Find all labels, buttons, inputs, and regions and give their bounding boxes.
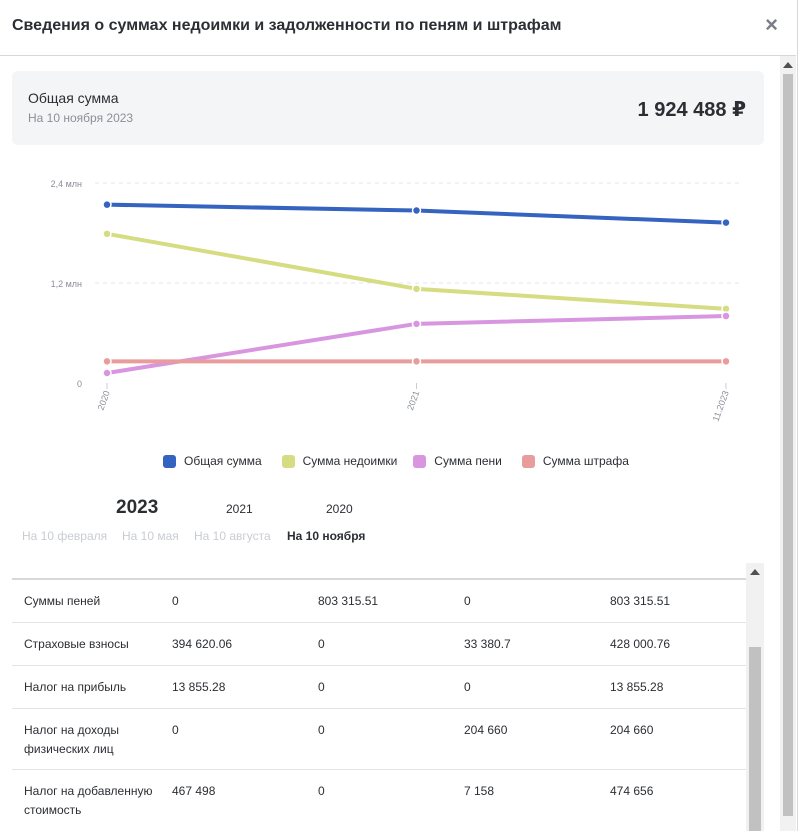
- summary-value: 1 924 488 ₽: [637, 99, 746, 121]
- table-row: Налог на добавленную стоимость 467 498 0…: [12, 770, 746, 831]
- modal-dialog: Сведения о суммах недоимки и задолженнос…: [0, 0, 798, 831]
- row-value: 394 620.06: [172, 637, 233, 651]
- legend-label-fines: Сумма штрафа: [542, 454, 629, 468]
- period-tab-february[interactable]: На 10 февраля: [22, 529, 107, 543]
- row-total: 204 660: [610, 723, 654, 737]
- table-row: Страховые взносы 394 620.06 0 33 380.7 4…: [12, 623, 746, 666]
- legend-swatch-total: [163, 454, 176, 468]
- row-value: 0: [464, 594, 471, 608]
- row-value: 0: [318, 680, 325, 694]
- row-total: 13 855.28: [610, 680, 664, 694]
- y-tick-label: 0: [77, 379, 82, 389]
- row-value: 803 315.51: [318, 594, 379, 608]
- period-tab-november[interactable]: На 10 ноября: [287, 529, 365, 543]
- debt-line-chart: 0 1,2 млн 2,4 млн 2020 2021 11.2023: [51, 179, 740, 423]
- row-value: 467 498: [172, 784, 216, 798]
- close-icon[interactable]: ×: [765, 14, 778, 36]
- row-value: 13 855.28: [172, 680, 226, 694]
- legend-swatch-arrears: [281, 454, 295, 468]
- legend-label-total: Общая сумма: [184, 454, 262, 468]
- row-name: Налог на добавленную стоимость: [24, 784, 153, 817]
- row-total: 428 000.76: [610, 637, 671, 651]
- scroll-up-icon[interactable]: [783, 62, 793, 68]
- table-scrollbar[interactable]: [746, 563, 764, 831]
- table-scrollbar-thumb[interactable]: [749, 647, 761, 831]
- row-value: 0: [318, 784, 325, 798]
- data-point-3-1: [411, 356, 422, 367]
- total-summary-card: Общая сумма На 10 ноября 2023 1 924 488 …: [12, 71, 764, 145]
- scroll-up-icon[interactable]: [750, 569, 760, 575]
- period-tab-august[interactable]: На 10 августа: [194, 529, 271, 543]
- row-value: 204 660: [464, 723, 508, 737]
- period-tab-may[interactable]: На 10 мая: [122, 529, 179, 543]
- data-point-1-1: [411, 284, 422, 294]
- year-tab-2023[interactable]: 2023: [116, 497, 158, 519]
- legend-label-penalties: Сумма пени: [434, 454, 502, 468]
- row-name: Страховые взносы: [24, 637, 129, 651]
- modal-header: Сведения о суммах недоимки и задолженнос…: [0, 0, 796, 56]
- row-value: 0: [172, 594, 179, 608]
- data-point-3-2: [721, 356, 731, 367]
- y-tick-label: 1,2 млн: [51, 279, 82, 289]
- table-row: Суммы пеней 0 803 315.51 0 803 315.51: [12, 580, 746, 623]
- row-value: 0: [464, 680, 471, 694]
- row-value: 0: [318, 637, 325, 651]
- summary-label: Общая сумма: [28, 90, 119, 106]
- x-tick-label: 2021: [405, 389, 421, 411]
- legend-swatch-fines: [521, 454, 535, 468]
- chart-legend: Общая сумма Сумма недоимки Сумма пени Су…: [163, 452, 649, 470]
- legend-swatch-penalties: [413, 454, 427, 468]
- legend-item-penalties[interactable]: Сумма пени: [413, 454, 502, 468]
- data-point-0-0: [102, 199, 112, 210]
- legend-label-arrears: Сумма недоимки: [302, 454, 398, 468]
- series-line-1: [105, 231, 728, 311]
- data-point-2-2: [721, 311, 731, 321]
- row-name: Налог на доходы физических лиц: [24, 723, 119, 756]
- data-point-2-1: [411, 319, 422, 329]
- data-point-2-0: [102, 368, 112, 378]
- legend-item-total[interactable]: Общая сумма: [163, 454, 262, 468]
- modal-scrollbar-thumb[interactable]: [783, 74, 793, 816]
- data-point-0-2: [721, 217, 731, 228]
- row-value: 0: [318, 723, 325, 737]
- row-total: 474 656: [610, 784, 654, 798]
- summary-date: На 10 ноября 2023: [28, 111, 134, 125]
- year-selector: 2023 2021 2020: [0, 496, 780, 522]
- row-total: 803 315.51: [610, 594, 671, 608]
- table-row: Налог на доходы физических лиц 0 0 204 6…: [12, 709, 746, 770]
- legend-item-arrears[interactable]: Сумма недоимки: [281, 454, 398, 468]
- y-tick-label: 2,4 млн: [51, 179, 82, 189]
- modal-title: Сведения о суммах недоимки и задолженнос…: [12, 17, 562, 34]
- row-name: Налог на прибыль: [24, 680, 127, 694]
- data-point-1-0: [102, 229, 112, 239]
- debt-table: Суммы пеней 0 803 315.51 0 803 315.51 Ст…: [12, 563, 764, 831]
- row-name: Суммы пеней: [24, 594, 101, 608]
- row-value: 33 380.7: [464, 637, 511, 651]
- table-row: Налог на прибыль 13 855.28 0 0 13 855.28: [12, 666, 746, 709]
- row-value: 7 158: [464, 784, 495, 798]
- x-tick-label: 2020: [96, 389, 112, 411]
- year-tab-2021[interactable]: 2021: [226, 502, 253, 516]
- modal-scrollbar[interactable]: [780, 56, 796, 831]
- x-tick-label: 11.2023: [711, 389, 731, 422]
- data-point-0-1: [411, 205, 422, 216]
- row-value: 0: [172, 723, 179, 737]
- year-tab-2020[interactable]: 2020: [326, 502, 353, 516]
- data-point-3-0: [102, 356, 112, 367]
- legend-item-fines[interactable]: Сумма штрафа: [521, 454, 629, 468]
